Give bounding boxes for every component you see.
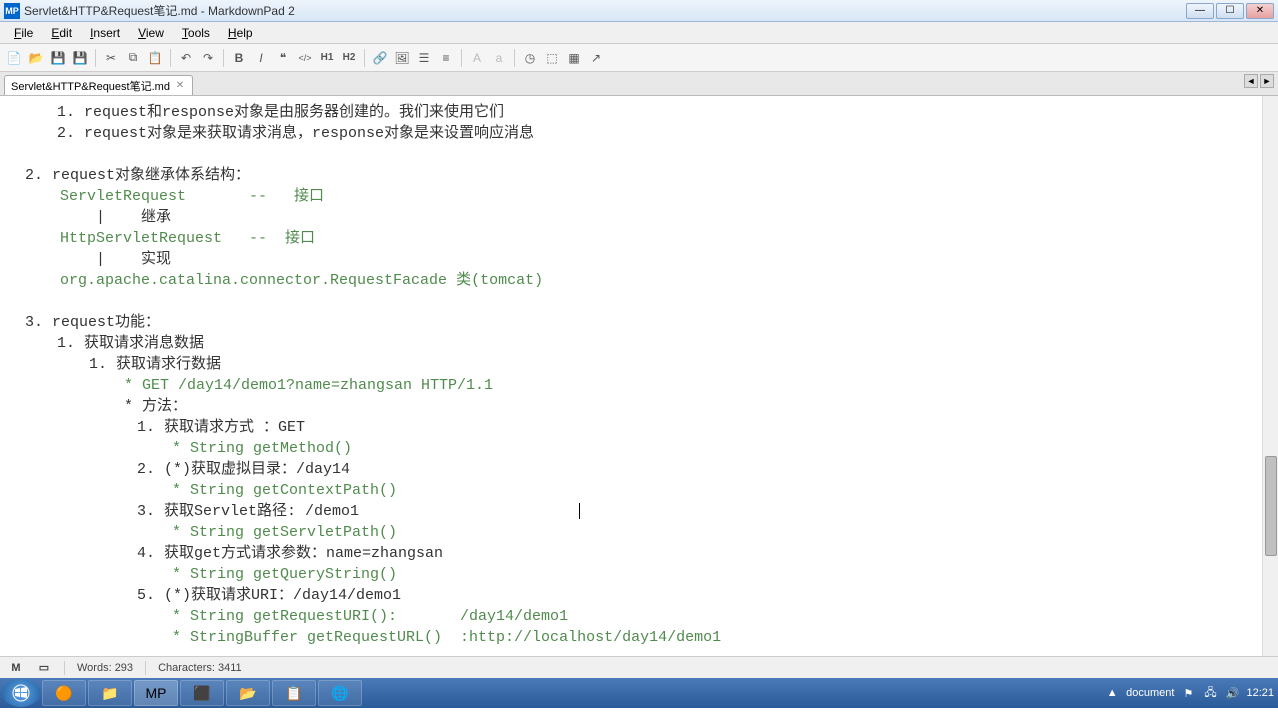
minimize-button[interactable]: — — [1186, 3, 1214, 19]
char-count: Characters: 3411 — [158, 662, 242, 674]
content-line: request对象继承体系结构： ServletRequest -- 接口 | … — [52, 165, 1266, 312]
cut-icon[interactable]: ✂ — [101, 48, 121, 68]
table-icon[interactable]: ▦ — [564, 48, 584, 68]
copy-icon[interactable]: ⧉ — [123, 48, 143, 68]
preview-icon[interactable]: ▭ — [36, 660, 52, 676]
save-all-icon[interactable]: 💾 — [70, 48, 90, 68]
code-icon[interactable]: </> — [295, 48, 315, 68]
save-icon[interactable]: 💾 — [48, 48, 68, 68]
vertical-scrollbar[interactable] — [1262, 96, 1278, 656]
font-a-icon[interactable]: A — [467, 48, 487, 68]
menu-help[interactable]: Help — [220, 24, 261, 42]
title-bar: MP Servlet&HTTP&Request笔记.md - MarkdownP… — [0, 0, 1278, 22]
taskbar-item[interactable]: 📁 — [88, 680, 132, 706]
tab-bar: Servlet&HTTP&Request笔记.md ✕ ◄ ► — [0, 72, 1278, 96]
tray-text: document — [1126, 687, 1174, 699]
ul-icon[interactable]: ☰ — [414, 48, 434, 68]
start-button[interactable] — [2, 679, 40, 707]
hr-icon[interactable]: ⬚ — [542, 48, 562, 68]
tray-clock[interactable]: 12:21 — [1246, 687, 1274, 699]
tab-prev-icon[interactable]: ◄ — [1244, 74, 1258, 88]
taskbar-item[interactable]: ⬛ — [180, 680, 224, 706]
image-icon[interactable]: 🖼 — [392, 48, 412, 68]
export-icon[interactable]: ↗ — [586, 48, 606, 68]
font-b-icon[interactable]: a — [489, 48, 509, 68]
quote-icon[interactable]: ❝ — [273, 48, 293, 68]
document-tab[interactable]: Servlet&HTTP&Request笔记.md ✕ — [4, 75, 193, 95]
window-title: Servlet&HTTP&Request笔记.md - MarkdownPad … — [24, 2, 1186, 19]
undo-icon[interactable]: ↶ — [176, 48, 196, 68]
menu-insert[interactable]: Insert — [82, 24, 128, 42]
ol-icon[interactable]: ≡ — [436, 48, 456, 68]
maximize-button[interactable]: ☐ — [1216, 3, 1244, 19]
taskbar: 🟠 📁 MP ⬛ 📂 📋 🌐 ▲ document ⚑ 🖧 🔊 12:21 — [0, 678, 1278, 708]
bold-icon[interactable]: B — [229, 48, 249, 68]
taskbar-item[interactable]: 📋 — [272, 680, 316, 706]
timestamp-icon[interactable]: ◷ — [520, 48, 540, 68]
taskbar-item[interactable]: 🟠 — [42, 680, 86, 706]
tab-close-icon[interactable]: ✕ — [174, 80, 186, 92]
menu-bar: File Edit Insert View Tools Help — [0, 22, 1278, 44]
content-line: request功能： 获取请求消息数据 获取请求行数据 * GET /day14… — [52, 312, 1266, 648]
h1-icon[interactable]: H1 — [317, 48, 337, 68]
content-line: request和response对象是由服务器创建的。我们来使用它们 — [84, 102, 1266, 123]
tab-next-icon[interactable]: ► — [1260, 74, 1274, 88]
status-bar: M ▭ Words: 293 Characters: 3411 — [0, 656, 1278, 678]
new-file-icon[interactable]: 📄 — [4, 48, 24, 68]
tray-chevron-icon[interactable]: ▲ — [1104, 685, 1120, 701]
tray-volume-icon[interactable]: 🔊 — [1224, 685, 1240, 701]
redo-icon[interactable]: ↷ — [198, 48, 218, 68]
editor-pane[interactable]: request和response对象是由服务器创建的。我们来使用它们 reque… — [0, 96, 1278, 656]
close-button[interactable]: ✕ — [1246, 3, 1274, 19]
tray-network-icon[interactable]: 🖧 — [1202, 685, 1218, 701]
app-icon: MP — [4, 3, 20, 19]
text-cursor — [579, 503, 580, 519]
scrollbar-thumb[interactable] — [1265, 456, 1277, 556]
menu-tools[interactable]: Tools — [174, 24, 218, 42]
taskbar-item[interactable]: 🌐 — [318, 680, 362, 706]
taskbar-item[interactable]: MP — [134, 680, 178, 706]
link-icon[interactable]: 🔗 — [370, 48, 390, 68]
toolbar: 📄 📂 💾 💾 ✂ ⧉ 📋 ↶ ↷ B I ❝ </> H1 H2 🔗 🖼 ☰ … — [0, 44, 1278, 72]
markdown-mode-icon[interactable]: M — [8, 660, 24, 676]
menu-view[interactable]: View — [130, 24, 172, 42]
menu-edit[interactable]: Edit — [43, 24, 80, 42]
taskbar-item[interactable]: 📂 — [226, 680, 270, 706]
content-line: request对象是来获取请求消息，response对象是来设置响应消息 — [84, 123, 1266, 144]
paste-icon[interactable]: 📋 — [145, 48, 165, 68]
tray-flag-icon[interactable]: ⚑ — [1180, 685, 1196, 701]
system-tray: ▲ document ⚑ 🖧 🔊 12:21 — [1104, 685, 1274, 701]
word-count: Words: 293 — [77, 662, 133, 674]
menu-file[interactable]: File — [6, 24, 41, 42]
italic-icon[interactable]: I — [251, 48, 271, 68]
h2-icon[interactable]: H2 — [339, 48, 359, 68]
open-file-icon[interactable]: 📂 — [26, 48, 46, 68]
tab-label: Servlet&HTTP&Request笔记.md — [11, 78, 170, 94]
